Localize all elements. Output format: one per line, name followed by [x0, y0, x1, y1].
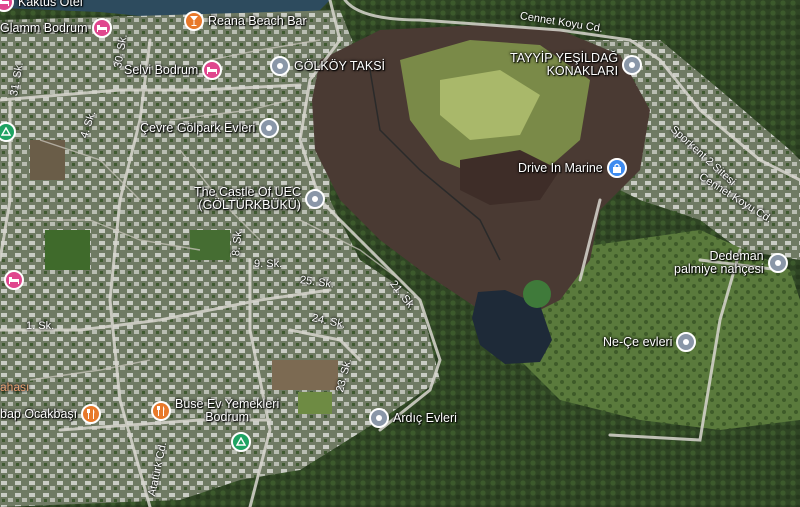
map-pin-icon: [369, 408, 389, 428]
poi-label: TAYYİP YEŞİLDAĞ KONAKLARI: [510, 52, 618, 78]
poi-hotel-left[interactable]: [4, 270, 24, 290]
poi-label: Reana Beach Bar: [208, 13, 307, 28]
fork-knife-icon: [81, 404, 102, 424]
street-label-9-sk: 9. Sk.: [254, 258, 283, 270]
shopping-bag-icon: [606, 158, 627, 178]
map-pin-icon: [676, 332, 697, 352]
poi-label-line1: Dedeman: [709, 249, 764, 263]
hotel-bed-icon: [202, 60, 223, 80]
poi-label: Glamm Bodrum: [0, 20, 88, 35]
hotel-bed-icon: [0, 0, 14, 12]
map-pin-icon: [304, 189, 325, 209]
poi-ardic-evleri[interactable]: Ardıç Evleri: [369, 408, 457, 428]
map-pin-icon: [767, 253, 788, 273]
poi-label: GÖLKÖY TAKSİ: [294, 58, 386, 73]
poi-cevre-golpark[interactable]: Çevre Gölpark Evleri: [140, 118, 280, 138]
poi-tayyip-yesildag[interactable]: TAYYİP YEŞİLDAĞ KONAKLARI: [510, 52, 643, 78]
map-pin-icon: [259, 118, 280, 138]
poi-label-line1: TAYYİP YEŞİLDAĞ: [510, 51, 619, 65]
poi-ne-ce-evleri[interactable]: Ne-Çe evleri: [603, 332, 697, 352]
poi-label: Drive In Marine: [518, 160, 603, 175]
partial-place-label: ahası: [0, 380, 30, 394]
park-tree-icon: [231, 432, 251, 452]
poi-kebap-ocakbasi[interactable]: bap Ocakbaşı: [0, 404, 102, 424]
hotel-bed-icon: [4, 270, 24, 290]
poi-label-line1: Buse Ev Yemekleri: [175, 397, 280, 411]
poi-glamm-bodrum[interactable]: Glamm Bodrum: [0, 18, 112, 38]
poi-label: Çevre Gölpark Evleri: [140, 120, 256, 135]
street-label-1-sk: 1. Sk.: [26, 320, 55, 332]
poi-golkoy-taksi[interactable]: GÖLKÖY TAKSİ: [270, 56, 385, 76]
poi-label: Selvi Bodrum: [124, 62, 199, 77]
poi-label-line2: Bodrum: [205, 410, 249, 424]
poi-park-left[interactable]: [0, 122, 16, 142]
poi-dedeman[interactable]: Dedeman palmiye nahçesi: [674, 250, 788, 276]
poi-label: Dedeman palmiye nahçesi: [674, 250, 764, 276]
poi-label: Ardıç Evleri: [393, 410, 457, 425]
poi-label-line1: The Castle Of UEC: [194, 185, 301, 199]
park-tree-icon: [0, 122, 16, 142]
poi-park-bottom[interactable]: [231, 432, 251, 452]
map-pin-icon: [622, 55, 643, 75]
poi-label: The Castle Of UEC (GÖLTÜRKBÜKÜ): [194, 186, 301, 212]
satellite-map[interactable]: Cennet Koyu Cd. Cennet Koyu Cd. Sporkent…: [0, 0, 800, 507]
poi-label: Buse Ev Yemekleri Bodrum: [175, 398, 279, 424]
poi-buse-ev-yemekleri[interactable]: Buse Ev Yemekleri Bodrum: [151, 398, 279, 424]
poi-label: Kaktüs Otel: [18, 0, 83, 9]
poi-kaktus-otel[interactable]: Kaktüs Otel: [0, 0, 83, 12]
poi-label-line2: palmiye nahçesi: [674, 262, 764, 276]
poi-reana-beach-bar[interactable]: Reana Beach Bar: [184, 11, 307, 31]
cocktail-glass-icon: [184, 11, 204, 31]
poi-drive-in-marine[interactable]: Drive In Marine: [518, 158, 627, 178]
poi-label: bap Ocakbaşı: [0, 406, 78, 421]
hotel-bed-icon: [91, 18, 112, 38]
poi-label: Ne-Çe evleri: [603, 334, 673, 349]
poi-selvi-bodrum[interactable]: Selvi Bodrum: [124, 60, 223, 80]
poi-label-line2: KONAKLARI: [546, 64, 619, 78]
fork-knife-icon: [151, 401, 171, 421]
map-pin-icon: [270, 56, 290, 76]
poi-label-line2: (GÖLTÜRKBÜKÜ): [198, 198, 301, 212]
poi-castle-of-uec[interactable]: The Castle Of UEC (GÖLTÜRKBÜKÜ): [194, 186, 325, 212]
